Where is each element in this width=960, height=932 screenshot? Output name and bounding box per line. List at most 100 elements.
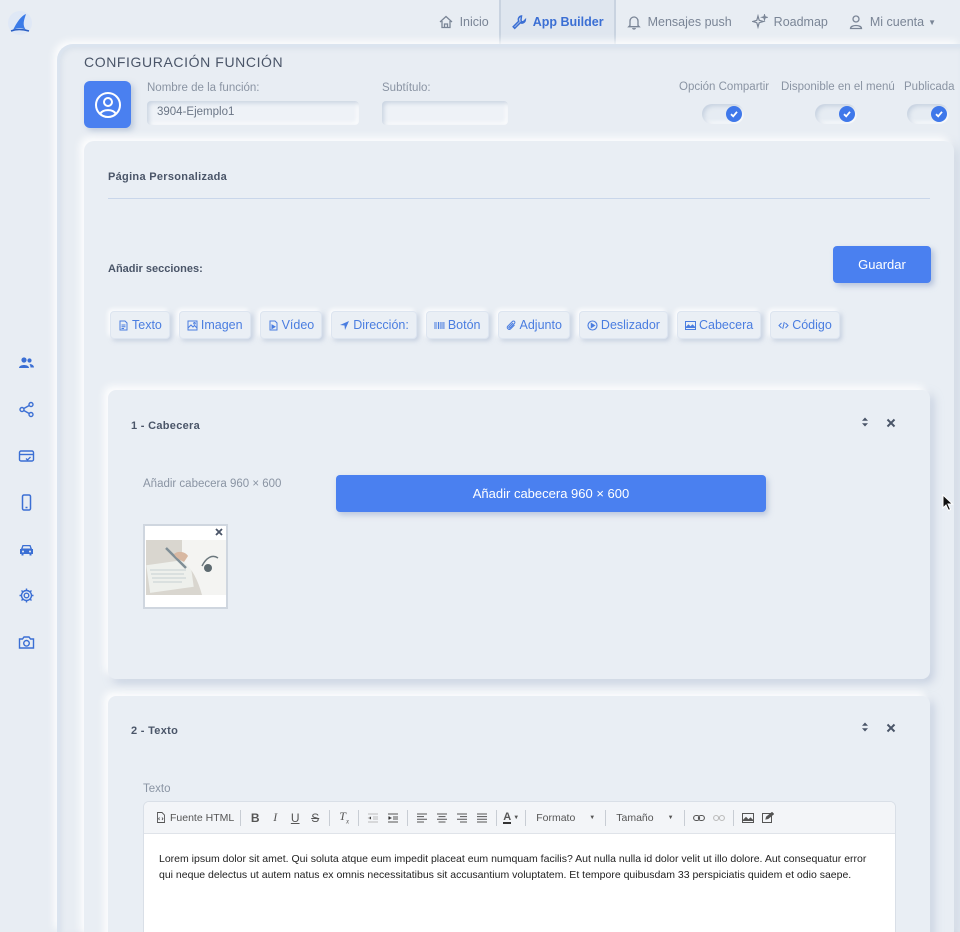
rich-text-editor[interactable]: Fuente HTML B I U S Tx A ▼ Formato ▼ Tam… xyxy=(143,801,896,932)
add-button-chip[interactable]: Botón xyxy=(425,311,489,339)
function-icon[interactable] xyxy=(84,81,131,128)
header-thumbnail[interactable] xyxy=(143,524,228,609)
toolbar-separator xyxy=(329,809,331,826)
nav-mi-cuenta[interactable]: Mi cuenta ▼ xyxy=(838,0,960,44)
insert-image-button[interactable] xyxy=(738,808,758,828)
edit-image-button[interactable] xyxy=(758,808,778,828)
picture-icon xyxy=(684,320,696,330)
file-text-icon xyxy=(119,320,128,330)
add-slider-chip[interactable]: Deslizador xyxy=(578,311,668,339)
nav-app-builder[interactable]: App Builder xyxy=(498,0,616,44)
remove-image-icon[interactable] xyxy=(215,528,223,536)
sort-icon[interactable] xyxy=(860,722,870,732)
users-icon[interactable] xyxy=(18,355,35,372)
align-left-icon xyxy=(417,813,428,822)
text-color-button[interactable]: A ▼ xyxy=(501,808,521,828)
section-chips: Texto Imagen Vídeo Dirección: Botón Adju… xyxy=(110,311,840,339)
source-html-button[interactable]: Fuente HTML xyxy=(154,808,236,828)
toggle-published-label: Publicada xyxy=(904,81,955,93)
add-header-label: Añadir cabecera 960 × 600 xyxy=(143,478,282,490)
video-file-icon xyxy=(269,320,278,330)
source-html-label: Fuente HTML xyxy=(170,811,235,824)
paperclip-icon xyxy=(506,320,515,330)
add-header-button[interactable]: Añadir cabecera 960 × 600 xyxy=(336,475,766,512)
chip-label: Vídeo xyxy=(281,318,315,332)
app-logo-icon[interactable] xyxy=(7,10,33,36)
gear-icon[interactable] xyxy=(18,587,35,604)
close-icon[interactable] xyxy=(886,723,896,733)
outdent-icon xyxy=(367,813,379,822)
size-dropdown[interactable]: Tamaño ▼ xyxy=(610,812,679,824)
align-center-icon xyxy=(437,813,448,822)
link-button[interactable] xyxy=(689,808,709,828)
format-dropdown[interactable]: Formato ▼ xyxy=(530,812,601,824)
italic-button[interactable]: I xyxy=(265,808,285,828)
add-video-chip[interactable]: Vídeo xyxy=(259,311,323,339)
add-header-chip[interactable]: Cabecera xyxy=(676,311,762,339)
toggle-share[interactable] xyxy=(702,104,744,124)
toolbar-separator xyxy=(358,809,360,826)
check-icon xyxy=(726,106,742,122)
location-arrow-icon xyxy=(340,320,350,330)
section-2-title: 2 - Texto xyxy=(131,725,179,737)
nav-mensajes-label: Mensajes push xyxy=(647,15,732,29)
card-check-icon[interactable] xyxy=(18,448,35,465)
bold-icon: B xyxy=(250,810,260,825)
nav-mensajes-push[interactable]: Mensajes push xyxy=(616,0,742,44)
phone-icon[interactable] xyxy=(18,494,35,511)
save-button[interactable]: Guardar xyxy=(833,246,931,283)
page-title: CONFIGURACIÓN FUNCIÓN xyxy=(84,54,284,70)
size-label: Tamaño xyxy=(616,811,654,824)
subtitle-label: Subtítulo: xyxy=(382,82,431,94)
edit-icon xyxy=(761,812,774,823)
nav-app-builder-label: App Builder xyxy=(532,15,604,29)
add-code-chip[interactable]: Código xyxy=(770,311,840,339)
add-sections-label: Añadir secciones: xyxy=(108,263,203,275)
close-icon[interactable] xyxy=(886,418,896,428)
camera-icon[interactable] xyxy=(18,634,35,651)
subtitle-field[interactable] xyxy=(382,101,508,125)
bold-button[interactable]: B xyxy=(245,808,265,828)
editor-content[interactable]: Lorem ipsum dolor sit amet. Qui soluta a… xyxy=(159,851,879,883)
link-icon xyxy=(692,814,705,821)
name-label: Nombre de la función: xyxy=(147,82,260,94)
nav-inicio-label: Inicio xyxy=(459,15,489,29)
chevron-down-icon: ▼ xyxy=(513,814,520,821)
clear-format-button[interactable]: Tx xyxy=(334,808,354,828)
share-icon[interactable] xyxy=(18,401,35,418)
nav-inicio[interactable]: Inicio xyxy=(428,0,499,44)
add-image-chip[interactable]: Imagen xyxy=(178,311,251,339)
toggle-menu-label: Disponible en el menú xyxy=(781,81,895,93)
nav-roadmap-label: Roadmap xyxy=(773,15,828,29)
toggle-menu[interactable] xyxy=(815,104,857,124)
unlink-button[interactable] xyxy=(709,808,729,828)
underline-button[interactable]: U xyxy=(285,808,305,828)
check-icon xyxy=(839,106,855,122)
check-icon xyxy=(931,106,947,122)
add-attachment-chip[interactable]: Adjunto xyxy=(497,311,570,339)
toggle-published[interactable] xyxy=(907,104,949,124)
format-label: Formato xyxy=(536,811,576,824)
section-header-block xyxy=(108,390,930,679)
divider xyxy=(108,198,930,199)
add-address-chip[interactable]: Dirección: xyxy=(331,311,417,339)
justify-button[interactable] xyxy=(472,808,492,828)
car-icon[interactable] xyxy=(18,541,35,558)
sort-icon[interactable] xyxy=(860,417,870,427)
chip-label: Adjunto xyxy=(519,318,562,332)
chevron-down-icon: ▼ xyxy=(589,814,596,821)
nav-roadmap[interactable]: Roadmap xyxy=(742,0,838,44)
chip-label: Imagen xyxy=(200,318,243,332)
outdent-button[interactable] xyxy=(363,808,383,828)
chip-label: Dirección: xyxy=(353,318,409,332)
align-right-button[interactable] xyxy=(452,808,472,828)
indent-button[interactable] xyxy=(383,808,403,828)
wrench-icon xyxy=(511,15,526,30)
nav-mi-cuenta-label: Mi cuenta xyxy=(869,15,925,29)
name-field[interactable]: 3904-Ejemplo1 xyxy=(147,101,359,125)
barcode-icon xyxy=(434,321,445,329)
strike-button[interactable]: S xyxy=(305,808,325,828)
add-text-chip[interactable]: Texto xyxy=(110,311,170,339)
align-center-button[interactable] xyxy=(432,808,452,828)
align-left-button[interactable] xyxy=(412,808,432,828)
